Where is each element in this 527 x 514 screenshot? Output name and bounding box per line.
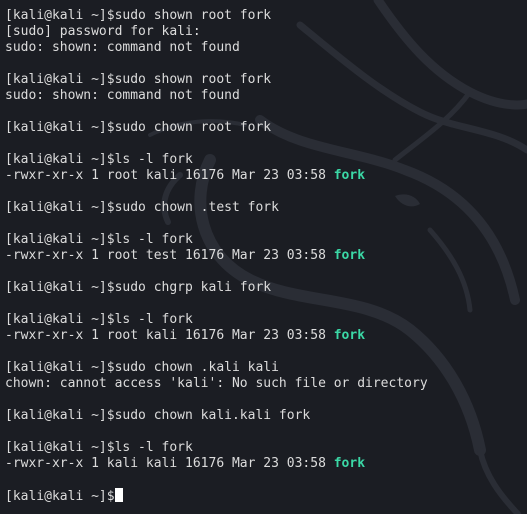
- terminal-line: [kali@kali ~]$sudo shown root fork: [5, 72, 527, 88]
- terminal-window[interactable]: [kali@kali ~]$sudo shown root fork [sudo]…: [0, 0, 527, 514]
- terminal-line: [kali@kali ~]$sudo chown .kali kali: [5, 360, 527, 376]
- line-text: [kali@kali ~]$ls -l fork: [5, 440, 193, 455]
- executable-filename: fork: [333, 328, 366, 343]
- terminal-line: chown: cannot access 'kali': No such fil…: [5, 376, 527, 392]
- terminal-line: -rwxr-xr-x 1 root kali 16176 Mar 23 03:5…: [5, 328, 527, 344]
- line-text: [kali@kali ~]$sudo chown .test fork: [5, 200, 279, 215]
- text-cursor[interactable]: [114, 488, 123, 502]
- prompt-line: [kali@kali ~]$: [5, 488, 527, 504]
- terminal-line: [kali@kali ~]$sudo chown .test fork: [5, 200, 527, 216]
- line-text: [kali@kali ~]$ls -l fork: [5, 152, 193, 167]
- terminal-line: [kali@kali ~]$sudo chgrp kali fork: [5, 280, 527, 296]
- terminal-line: [kali@kali ~]$ls -l fork: [5, 312, 527, 328]
- terminal-line: -rwxr-xr-x 1 root kali 16176 Mar 23 03:5…: [5, 168, 527, 184]
- line-text: -rwxr-xr-x 1 root kali 16176 Mar 23 03:5…: [5, 328, 334, 343]
- line-text: sudo: shown: command not found: [5, 88, 240, 103]
- line-text: -rwxr-xr-x 1 root kali 16176 Mar 23 03:5…: [5, 168, 334, 183]
- line-text: [kali@kali ~]$sudo chgrp kali fork: [5, 280, 272, 295]
- terminal-line: [kali@kali ~]$sudo shown root fork: [5, 8, 527, 24]
- line-text: [kali@kali ~]$sudo chown .kali kali: [5, 360, 279, 375]
- terminal-line: [kali@kali ~]$ls -l fork: [5, 232, 527, 248]
- terminal-output: [kali@kali ~]$sudo shown root fork [sudo]…: [5, 8, 527, 504]
- executable-filename: fork: [333, 456, 366, 471]
- line-text: -rwxr-xr-x 1 kali kali 16176 Mar 23 03:5…: [5, 456, 334, 471]
- line-text: -rwxr-xr-x 1 root test 16176 Mar 23 03:5…: [5, 248, 334, 263]
- terminal-line: -rwxr-xr-x 1 root test 16176 Mar 23 03:5…: [5, 248, 527, 264]
- executable-filename: fork: [333, 168, 366, 183]
- terminal-line: -rwxr-xr-x 1 kali kali 16176 Mar 23 03:5…: [5, 456, 527, 472]
- line-text: [kali@kali ~]$sudo chown kali.kali fork: [5, 408, 311, 423]
- line-text: [kali@kali ~]$ls -l fork: [5, 232, 193, 247]
- terminal-line: [kali@kali ~]$sudo chown kali.kali fork: [5, 408, 527, 424]
- line-text: [kali@kali ~]$ls -l fork: [5, 312, 193, 327]
- executable-filename: fork: [333, 248, 366, 263]
- terminal-line: sudo: shown: command not found: [5, 40, 527, 56]
- line-text: [kali@kali ~]$: [5, 489, 115, 504]
- terminal-line: sudo: shown: command not found: [5, 88, 527, 104]
- line-text: chown: cannot access 'kali': No such fil…: [5, 376, 428, 391]
- terminal-line: [kali@kali ~]$sudo chown root fork: [5, 120, 527, 136]
- line-text: [kali@kali ~]$sudo chown root fork: [5, 120, 272, 135]
- line-text: [kali@kali ~]$sudo shown root fork: [5, 72, 272, 87]
- terminal-line: [kali@kali ~]$ls -l fork: [5, 440, 527, 456]
- line-text: sudo: shown: command not found: [5, 40, 240, 55]
- terminal-line: [sudo] password for kali:: [5, 24, 527, 40]
- line-text: [sudo] password for kali:: [5, 24, 201, 39]
- line-text: [kali@kali ~]$sudo shown root fork: [5, 8, 272, 23]
- terminal-line: [kali@kali ~]$ls -l fork: [5, 152, 527, 168]
